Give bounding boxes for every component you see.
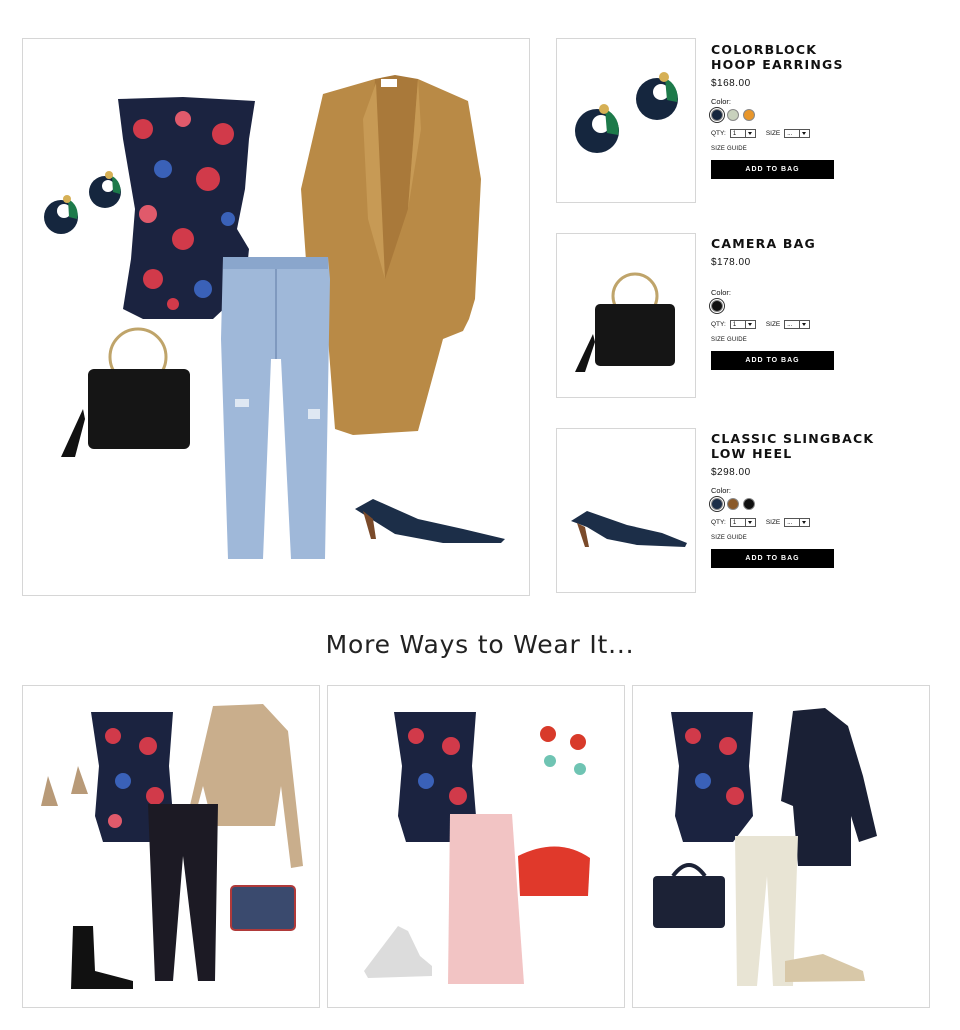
color-swatch-navy[interactable]	[709, 107, 725, 123]
color-swatch-orange[interactable]	[743, 109, 755, 121]
chevron-down-icon	[744, 321, 755, 328]
size-label: SIZE	[765, 519, 781, 526]
size-select[interactable]: ...	[784, 518, 811, 527]
color-swatch-black[interactable]	[743, 498, 755, 510]
quantity-size-row: QTY: 1 SIZE ...	[711, 320, 911, 329]
color-swatches	[709, 298, 911, 314]
size-guide-link[interactable]: SIZE GUIDE	[711, 535, 911, 541]
qty-label: QTY:	[711, 321, 726, 328]
camera-bag-image	[61, 327, 190, 457]
earrings-image	[44, 171, 121, 234]
alt-outfit-2[interactable]	[327, 685, 625, 1008]
size-guide-link[interactable]: SIZE GUIDE	[711, 146, 911, 152]
size-label: SIZE	[765, 130, 781, 137]
color-label: Color:	[711, 97, 732, 106]
earrings-thumbnail[interactable]	[556, 38, 696, 203]
product-info-slingback: CLASSIC SLINGBACK LOW HEEL $298.00 Color:…	[709, 431, 911, 568]
chevron-down-icon	[799, 130, 809, 137]
chevron-down-icon	[799, 519, 809, 526]
color-swatch-brown[interactable]	[727, 498, 739, 510]
alt-outfit-3[interactable]	[632, 685, 930, 1008]
size-select[interactable]: ...	[784, 320, 811, 329]
qty-select[interactable]: 1	[729, 320, 756, 329]
color-swatch-navy[interactable]	[709, 496, 725, 512]
qty-select[interactable]: 1	[729, 518, 756, 527]
qty-select[interactable]: 1	[729, 129, 756, 138]
more-ways-heading: More Ways to Wear It...	[325, 630, 635, 659]
product-name[interactable]: COLORBLOCK HOOP EARRINGS	[711, 42, 911, 72]
color-label: Color:	[711, 486, 732, 495]
product-name[interactable]: CAMERA BAG	[711, 236, 911, 251]
size-guide-link[interactable]: SIZE GUIDE	[711, 337, 911, 343]
alt-outfit-1[interactable]	[22, 685, 320, 1008]
qty-label: QTY:	[711, 130, 726, 137]
chevron-down-icon	[744, 519, 755, 526]
color-swatches	[709, 496, 911, 512]
size-select[interactable]: ...	[784, 129, 811, 138]
color-swatch-black[interactable]	[709, 298, 725, 314]
product-name[interactable]: CLASSIC SLINGBACK LOW HEEL	[711, 431, 911, 461]
quantity-size-row: QTY: 1 SIZE ...	[711, 129, 911, 138]
add-to-bag-button[interactable]: ADD TO BAG	[711, 351, 834, 370]
product-info-camera-bag: CAMERA BAG $178.00 Color: QTY: 1 SIZE ..…	[709, 236, 911, 370]
product-price: $178.00	[711, 257, 751, 268]
add-to-bag-button[interactable]: ADD TO BAG	[711, 160, 834, 179]
chevron-down-icon	[744, 130, 755, 137]
size-label: SIZE	[765, 321, 781, 328]
product-info-earrings: COLORBLOCK HOOP EARRINGS $168.00 Color: Q…	[709, 42, 911, 179]
jeans-image	[221, 257, 330, 559]
product-price: $168.00	[711, 78, 751, 89]
qty-label: QTY:	[711, 519, 726, 526]
slingback-heel-image	[355, 499, 505, 543]
main-outfit-image	[22, 38, 530, 596]
camera-bag-thumbnail[interactable]	[556, 233, 696, 398]
slingback-thumbnail[interactable]	[556, 428, 696, 593]
add-to-bag-button[interactable]: ADD TO BAG	[711, 549, 834, 568]
quantity-size-row: QTY: 1 SIZE ...	[711, 518, 911, 527]
product-price: $298.00	[711, 467, 751, 478]
color-label: Color:	[711, 288, 732, 297]
color-swatches	[709, 107, 911, 123]
color-swatch-sage[interactable]	[727, 109, 739, 121]
chevron-down-icon	[799, 321, 809, 328]
